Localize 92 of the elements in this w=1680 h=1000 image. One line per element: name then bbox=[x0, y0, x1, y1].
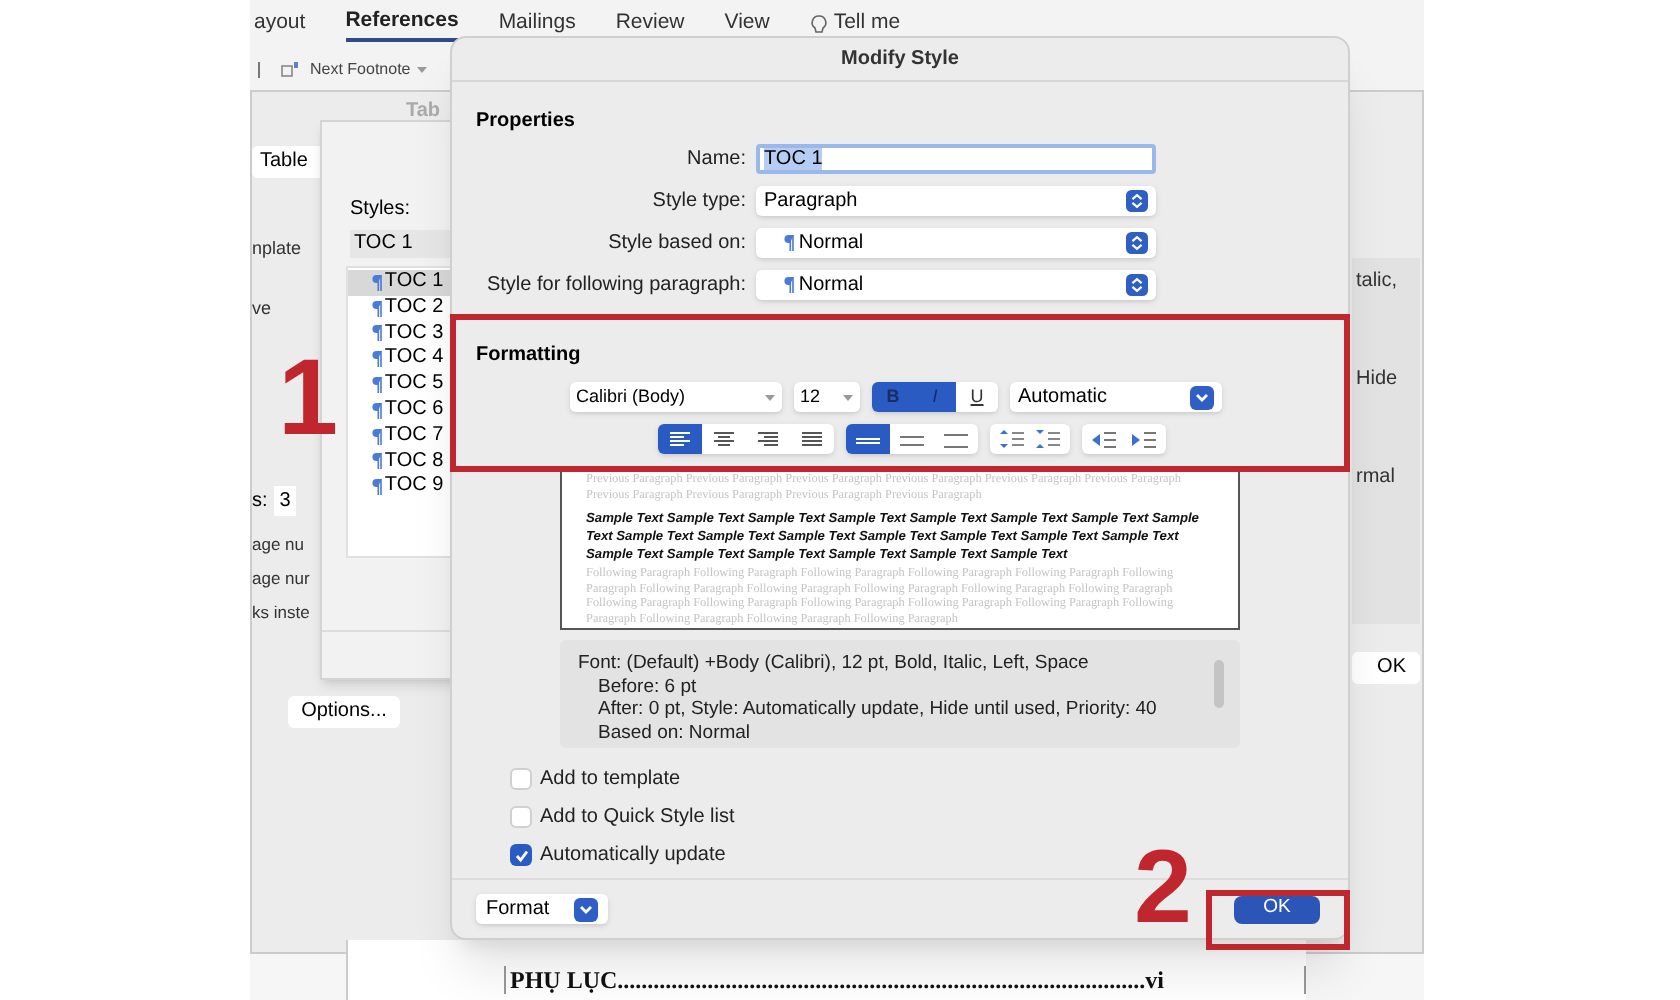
line-spacing-icon bbox=[944, 431, 968, 447]
style-list-item[interactable]: TOC 6 bbox=[348, 397, 544, 424]
paragraph-spacing-icon[interactable] bbox=[1036, 430, 1060, 448]
line-spacing-icon bbox=[900, 431, 924, 447]
line-spacing-button[interactable] bbox=[846, 424, 890, 454]
decrease-indent-icon[interactable] bbox=[1092, 431, 1116, 447]
style-list-item[interactable]: TOC 3 bbox=[348, 321, 544, 347]
pilcrow-icon bbox=[372, 427, 383, 446]
caret-icon bbox=[842, 393, 854, 401]
color-dropdown[interactable]: Automatic bbox=[1010, 382, 1222, 412]
select-dropdown[interactable]: Normal bbox=[756, 228, 1156, 258]
paragraph-spacing-icon[interactable] bbox=[1000, 430, 1024, 448]
stepper-arrows-icon bbox=[1126, 190, 1148, 212]
description-text: Hide bbox=[1356, 366, 1398, 394]
checkbox-label: Automatically update bbox=[540, 842, 726, 870]
ribbon-tab[interactable]: ayout bbox=[254, 7, 306, 41]
section-heading: Properties bbox=[476, 108, 577, 136]
next-footnote-button[interactable]: Next Footnote bbox=[310, 58, 429, 82]
pilcrow-icon bbox=[372, 478, 383, 497]
pilcrow-icon bbox=[372, 376, 383, 395]
description-text: talic, bbox=[1356, 268, 1398, 296]
dialog-title: Tab bbox=[406, 98, 441, 126]
tell-me-search[interactable]: Tell me bbox=[833, 8, 901, 40]
step-number: 2 bbox=[1134, 836, 1192, 940]
name-field[interactable]: TOC 1 bbox=[756, 144, 1156, 174]
levels-field[interactable]: 3 bbox=[273, 486, 297, 516]
size-dropdown[interactable]: 12 bbox=[794, 382, 860, 412]
font-dropdown[interactable]: Calibri (Body) bbox=[570, 382, 782, 412]
increase-indent-icon[interactable] bbox=[1132, 431, 1156, 447]
pilcrow-icon bbox=[372, 324, 383, 343]
align-center-icon bbox=[714, 431, 734, 447]
levels-label: s: bbox=[252, 488, 268, 516]
pilcrow-icon bbox=[372, 350, 383, 369]
pilcrow-icon bbox=[372, 452, 383, 471]
option-label: ks inste bbox=[252, 599, 310, 625]
table-button[interactable]: Table bbox=[252, 146, 324, 178]
style-list-item[interactable]: TOC 9 bbox=[348, 474, 544, 501]
pilcrow-icon bbox=[784, 276, 795, 294]
select-dropdown[interactable]: Paragraph bbox=[756, 186, 1156, 216]
field-label: Style based on: bbox=[606, 230, 746, 258]
align-justify-icon bbox=[802, 431, 822, 447]
description-line: Before: 6 pt bbox=[596, 675, 699, 698]
description-line: Font: (Default) +Body (Calibri), 12 pt, Bold, Italic, Left, Space bbox=[578, 652, 1091, 675]
ribbon-tab[interactable]: References bbox=[345, 5, 459, 43]
checkbox[interactable] bbox=[510, 806, 532, 828]
step-number: 1 bbox=[278, 344, 339, 452]
pilcrow-icon bbox=[372, 273, 383, 292]
checkbox-label: Add to Quick Style list bbox=[540, 804, 735, 832]
field-label: Name: bbox=[685, 146, 746, 174]
section-heading: Formatting bbox=[476, 342, 583, 370]
align-right-icon bbox=[758, 431, 778, 447]
checkbox-label: Add to template bbox=[540, 766, 681, 794]
option-label: ve bbox=[252, 295, 274, 321]
highlight-frame bbox=[1206, 890, 1350, 950]
options-button[interactable]: Options... bbox=[288, 696, 400, 728]
ribbon-tab[interactable]: View bbox=[724, 7, 770, 41]
stepper-arrows-icon bbox=[1126, 274, 1148, 296]
format-dropdown[interactable]: Format bbox=[476, 894, 608, 924]
pilcrow-icon bbox=[784, 234, 795, 252]
caret-icon bbox=[416, 66, 429, 74]
lightbulb-icon bbox=[809, 13, 828, 35]
checkbox[interactable] bbox=[510, 768, 532, 790]
align-left-icon bbox=[670, 431, 690, 447]
pilcrow-icon bbox=[372, 299, 383, 318]
style-list-item[interactable]: TOC 2 bbox=[348, 295, 544, 322]
style-list-item[interactable]: TOC 8 bbox=[348, 449, 544, 475]
ribbon-tab[interactable]: Review bbox=[615, 7, 685, 41]
footnote-icon bbox=[258, 60, 302, 80]
option-label: age nur bbox=[252, 565, 310, 591]
checkmark-icon bbox=[513, 847, 529, 863]
ok-button[interactable]: OK bbox=[1352, 652, 1420, 684]
ribbon-tab[interactable]: Mailings bbox=[498, 7, 576, 41]
stepper-arrows-icon bbox=[1126, 232, 1148, 254]
style-list-item[interactable]: TOC 5 bbox=[348, 372, 544, 398]
field-label: Style type: bbox=[650, 188, 746, 216]
pilcrow-icon bbox=[372, 401, 383, 420]
alignment-button[interactable] bbox=[658, 424, 702, 454]
styles-label: Styles: bbox=[350, 196, 411, 224]
style-list-item[interactable]: TOC 7 bbox=[348, 423, 544, 450]
ok-button[interactable]: OK bbox=[1234, 895, 1320, 923]
font-style-button[interactable]: U bbox=[956, 382, 998, 412]
select-dropdown[interactable]: Normal bbox=[756, 270, 1156, 300]
description-line: Based on: Normal bbox=[596, 721, 753, 744]
checkbox[interactable] bbox=[510, 844, 532, 866]
option-label: age nu bbox=[252, 532, 306, 558]
scrollbar[interactable] bbox=[1214, 660, 1224, 708]
caret-icon bbox=[764, 393, 776, 401]
description-line: After: 0 pt, Style: Automatically update, Hide until used, Priority: 40 bbox=[596, 698, 1159, 721]
description-text: rmal bbox=[1356, 464, 1397, 492]
dialog-title: Modify Style bbox=[841, 46, 959, 74]
option-label: nplate bbox=[252, 236, 302, 262]
toc-entry: PHỤ LỤC........................................................................................vi bbox=[504, 966, 1306, 994]
